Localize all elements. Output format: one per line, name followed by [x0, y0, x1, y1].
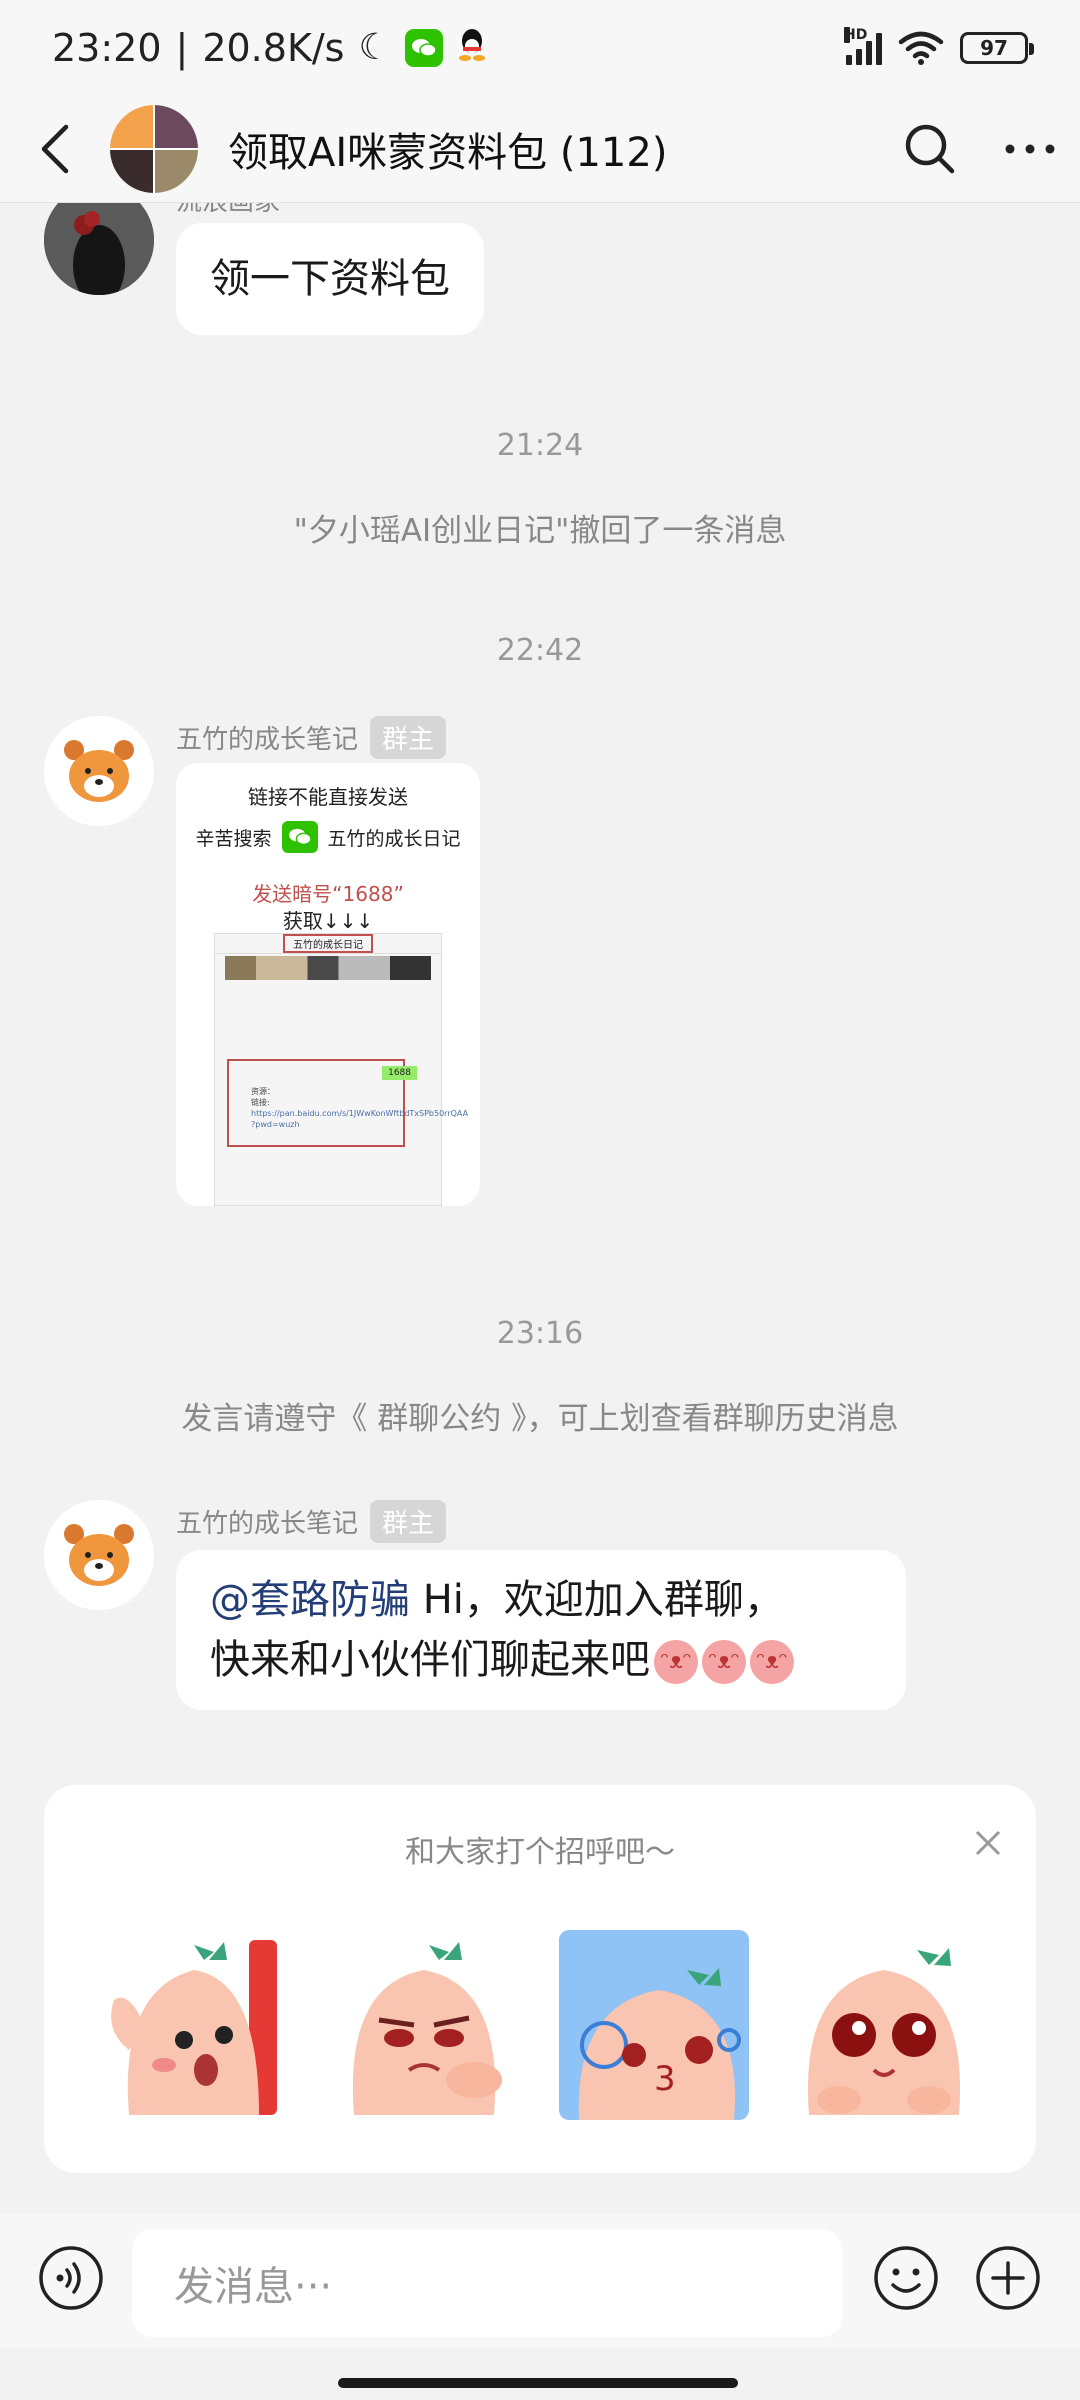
back-button[interactable]: [0, 95, 110, 203]
message-avatar[interactable]: [44, 203, 154, 295]
status-time: 23:20: [52, 25, 162, 70]
wechat-icon: [404, 28, 443, 67]
hd-label: HD: [844, 26, 868, 43]
phone-title: 五竹的成长日记: [283, 934, 373, 953]
smiley-icon: [874, 2246, 938, 2310]
bear-avatar[interactable]: [44, 716, 154, 826]
owner-badge: 群主: [370, 716, 447, 759]
resource-text: 资源： 链接: https://pan.baidu.com/s/1JWwKonW…: [251, 1086, 468, 1130]
rules-notice[interactable]: 发言请遵守《 群聊公约 》，可上划查看群聊历史消息: [0, 1393, 1080, 1438]
laughing-emoji-icon: ᵔᴥᵔ: [654, 1640, 698, 1684]
sender-name-row: 五竹的成长笔记 群主: [176, 716, 447, 759]
group-avatar-tile: [110, 104, 153, 148]
image-message[interactable]: 链接不能直接发送 辛苦搜索 五竹的成长日记 发送暗号“1688” 获取↓↓↓ 五…: [176, 763, 480, 1206]
laughing-emoji-icon: ᵔᴥᵔ: [750, 1640, 794, 1684]
chevron-left-icon: [41, 124, 69, 173]
message-bubble[interactable]: @套路防骗 Hi，欢迎加入群聊， 快来和小伙伴们聊起来吧 ᵔᴥᵔ ᵔᴥᵔ ᵔᴥᵔ: [176, 1550, 906, 1710]
image-text: 发送暗号“1688”: [252, 882, 404, 906]
input-bar: 发消息···: [0, 2213, 1080, 2348]
sticker-kiss[interactable]: 3: [559, 1930, 749, 2120]
battery-level: 97: [980, 35, 1008, 60]
sender-name: 五竹的成长笔记: [176, 1509, 359, 1539]
welcome-text: 快来和小伙伴们聊起来吧: [210, 1637, 650, 1683]
message-timestamp: 23:16: [496, 1316, 584, 1351]
image-text: 获取↓↓↓: [282, 909, 374, 933]
sender-name-row: 五竹的成长笔记 群主: [176, 1500, 447, 1543]
message-timestamp: 22:42: [496, 633, 584, 668]
voice-icon: [39, 2246, 103, 2310]
bear-avatar[interactable]: [44, 1500, 154, 1610]
group-avatar[interactable]: [110, 104, 198, 193]
wechat-icon: [281, 821, 318, 853]
sticker-smug[interactable]: [329, 1930, 519, 2120]
search-icon: [905, 124, 955, 173]
chat-header: 领取AI咪蒙资料包 (112): [0, 95, 1080, 203]
nav-actions: [880, 95, 1080, 203]
group-avatar-tile: [110, 149, 153, 193]
owner-badge: 群主: [370, 1500, 447, 1543]
phone-header: 五竹的成长日记: [215, 934, 441, 954]
message-avatar[interactable]: [44, 716, 154, 826]
image-phone-screenshot: 五竹的成长日记 1688 资源： 链接: https://pan.baidu.c…: [214, 933, 468, 1206]
signal-icon: HD: [844, 26, 882, 65]
chat-list[interactable]: 流浪画家 领一下资料包 21:24 "夕小瑶AI创业日记"撤回了一条消息 22:…: [0, 203, 1080, 2213]
image-text-row: 辛苦搜索 五竹的成长日记: [176, 821, 480, 853]
wifi-icon: [898, 31, 944, 65]
qq-icon: [457, 27, 487, 69]
search-button[interactable]: [880, 95, 980, 203]
laughing-emoji-icon: ᵔᴥᵔ: [702, 1640, 746, 1684]
home-indicator[interactable]: [338, 2378, 738, 2388]
status-left: 23:20 | 20.8K/s ☾: [52, 26, 487, 70]
voice-button[interactable]: [38, 2245, 104, 2311]
status-net-speed: 20.8K/s: [202, 25, 345, 70]
group-avatar-tile: [155, 104, 198, 148]
avatar[interactable]: [44, 203, 154, 295]
group-avatar-tile: [155, 149, 198, 193]
close-icon: [975, 1830, 1001, 1856]
message-avatar[interactable]: [44, 1500, 154, 1610]
status-bar: 23:20 | 20.8K/s ☾ HD 97: [0, 0, 1080, 95]
plus-icon: [976, 2246, 1040, 2310]
image-text: 辛苦搜索: [195, 827, 272, 850]
sticker-teary[interactable]: [789, 1930, 979, 2120]
emoji-button[interactable]: [873, 2245, 939, 2311]
battery-icon: 97: [960, 31, 1034, 64]
chat-tag: 1688: [382, 1066, 417, 1080]
link-label: 链接:: [251, 1098, 270, 1107]
status-separator: |: [175, 25, 189, 70]
more-functions-button[interactable]: [975, 2245, 1041, 2311]
resource-label: 资源：: [251, 1087, 275, 1096]
more-button[interactable]: [980, 95, 1080, 203]
more-dots-icon: [1005, 144, 1055, 153]
message-bubble[interactable]: 领一下资料包: [176, 223, 484, 335]
chat-title[interactable]: 领取AI咪蒙资料包 (112): [228, 120, 667, 178]
sender-name: 流浪画家: [176, 203, 280, 218]
sender-name: 五竹的成长笔记: [176, 725, 359, 755]
message-input[interactable]: 发消息···: [132, 2229, 842, 2337]
sticker-row: 3: [99, 1930, 979, 2120]
moon-icon: ☾: [358, 27, 391, 68]
mosaic-blur: [225, 956, 431, 980]
close-button[interactable]: [968, 1823, 1008, 1863]
sticker-wave[interactable]: [99, 1930, 289, 2120]
mention-link[interactable]: @套路防骗: [210, 1577, 410, 1623]
greet-title: 和大家打个招呼吧～: [405, 1835, 675, 1870]
image-text: 链接不能直接发送: [248, 785, 408, 809]
greet-suggestion-card: 和大家打个招呼吧～ 3: [44, 1785, 1036, 2173]
welcome-text: Hi，欢迎加入群聊，: [410, 1577, 784, 1623]
link-text: https://pan.baidu.com/s/1JWwKonWftbdTxSP…: [251, 1109, 469, 1118]
recall-notice: "夕小瑶AI创业日记"撤回了一条消息: [293, 513, 787, 549]
svg-text:3: 3: [654, 2059, 676, 2099]
message-timestamp: 21:24: [496, 428, 584, 463]
pwd-text: ?pwd=wuzh: [251, 1120, 300, 1129]
image-text: 五竹的成长日记: [327, 827, 461, 850]
status-right: HD 97: [844, 26, 1034, 66]
